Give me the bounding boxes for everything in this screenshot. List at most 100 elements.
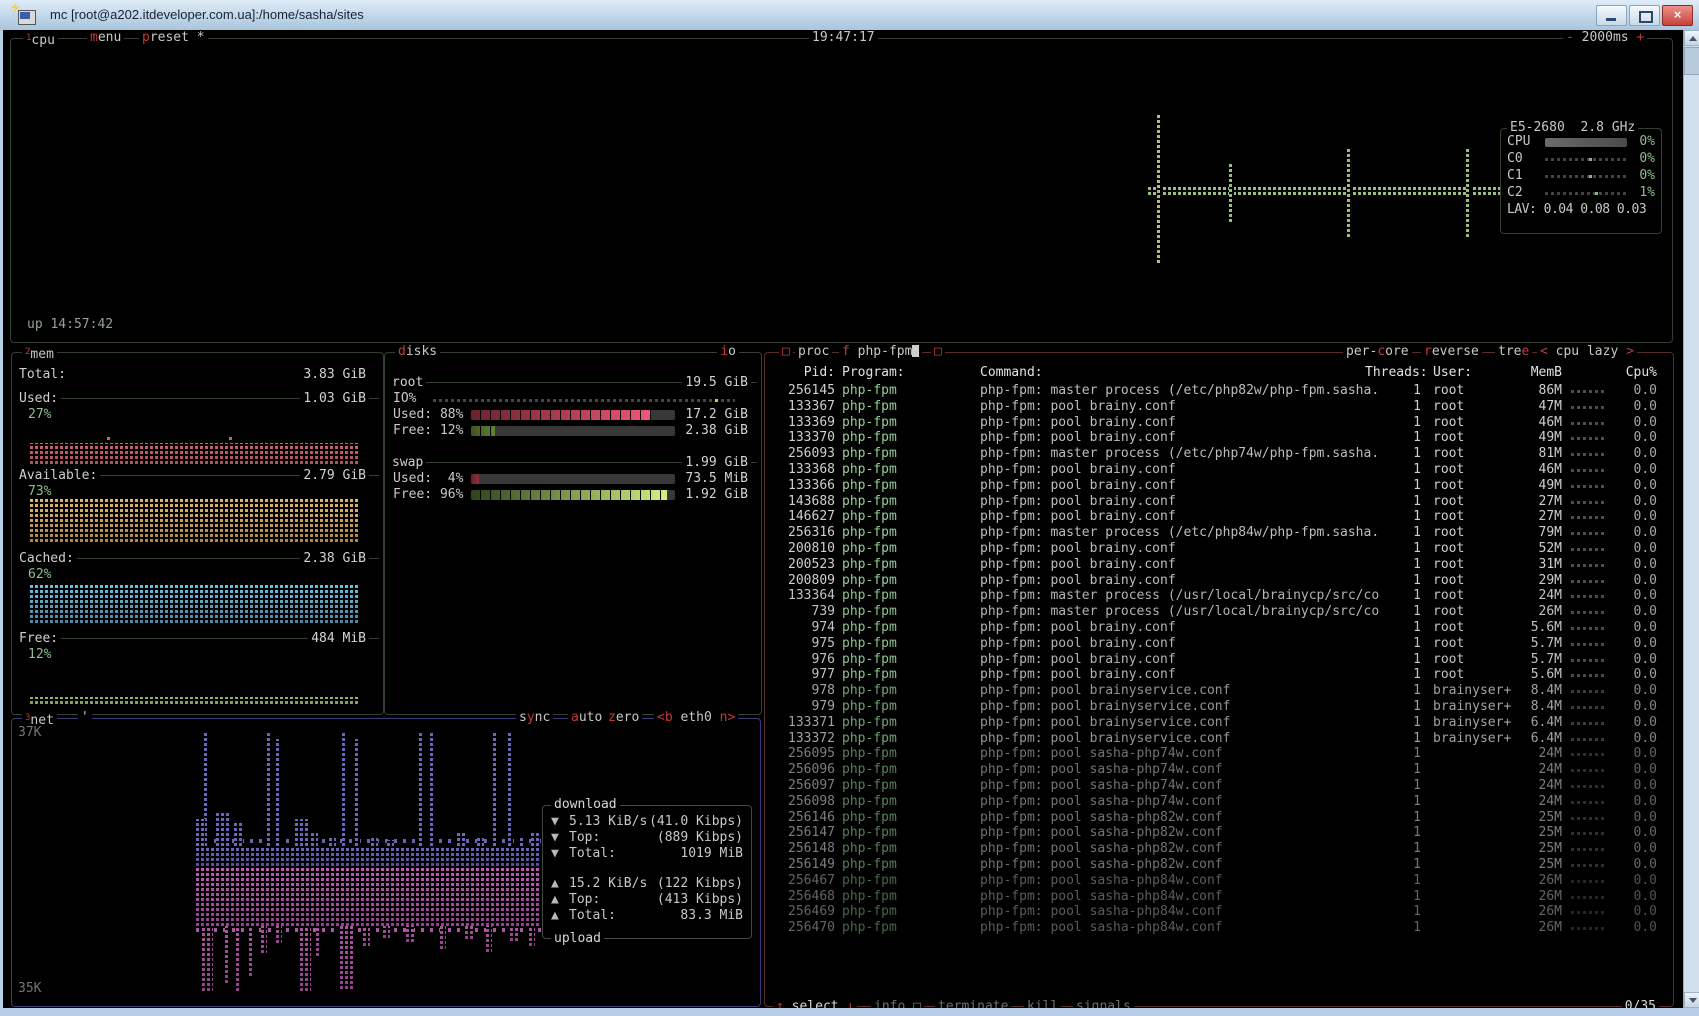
process-row[interactable]: 256096php-fpmphp-fpm: pool sasha-php74w.… (765, 762, 1673, 778)
process-row[interactable]: 146627php-fpmphp-fpm: pool brainy.conf1r… (765, 509, 1673, 525)
process-command: php-fpm: pool sasha-php84w.conf (980, 920, 1223, 936)
process-user: root (1433, 557, 1464, 573)
process-row[interactable]: 256095php-fpmphp-fpm: pool sasha-php74w.… (765, 746, 1673, 762)
disks-box-title: disks (395, 344, 440, 360)
process-row[interactable]: 256467php-fpmphp-fpm: pool sasha-php84w.… (765, 873, 1673, 889)
col-header-cpu[interactable]: Cpu% (1615, 365, 1657, 381)
net-download-spike (342, 731, 347, 846)
process-row[interactable]: 256146php-fpmphp-fpm: pool sasha-php82w.… (765, 810, 1673, 826)
process-row[interactable]: 256468php-fpmphp-fpm: pool sasha-php84w.… (765, 889, 1673, 905)
sort-prev-button[interactable]: < (1540, 344, 1548, 359)
close-icon: × (1663, 7, 1692, 23)
process-command: php-fpm: pool brainy.conf (980, 478, 1176, 494)
putty-window: mc [root@a202.itdeveloper.com.ua]:/home/… (0, 0, 1699, 1016)
proc-box-title: proc (795, 344, 832, 360)
process-pid: 978 (765, 683, 835, 699)
process-command: php-fpm: master process (/usr/local/brai… (980, 588, 1379, 604)
process-mem-meter (1571, 548, 1607, 551)
maximize-button[interactable] (1629, 5, 1660, 26)
col-header-threads[interactable]: Threads: (1365, 365, 1421, 381)
process-program: php-fpm (842, 857, 897, 873)
process-row[interactable]: 256147php-fpmphp-fpm: pool sasha-php82w.… (765, 825, 1673, 841)
process-threads: 1 (1365, 825, 1421, 841)
process-row[interactable]: 133370php-fpmphp-fpm: pool brainy.conf1r… (765, 430, 1673, 446)
process-mem: 86M (1505, 383, 1562, 399)
process-cpu: 0.0 (1615, 430, 1657, 446)
process-row[interactable]: 978php-fpmphp-fpm: pool brainyservice.co… (765, 683, 1673, 699)
process-threads: 1 (1365, 541, 1421, 557)
tree-toggle-button[interactable]: tree (1495, 344, 1532, 360)
scroll-up-button[interactable] (1684, 30, 1699, 46)
sort-selector[interactable]: < cpu lazy > (1537, 344, 1637, 360)
percore-toggle-button[interactable]: per-core (1343, 344, 1412, 360)
process-program: php-fpm (842, 383, 897, 399)
process-threads: 1 (1365, 715, 1421, 731)
process-row[interactable]: 974php-fpmphp-fpm: pool brainy.conf1root… (765, 620, 1673, 636)
process-pid: 133369 (765, 415, 835, 431)
minimize-button[interactable] (1596, 5, 1627, 26)
download-top-label: Top: (569, 830, 600, 846)
process-pid: 256095 (765, 746, 835, 762)
process-row[interactable]: 256145php-fpmphp-fpm: master process (/e… (765, 383, 1673, 399)
col-header-mem[interactable]: MemB (1505, 365, 1562, 381)
process-row[interactable]: 256098php-fpmphp-fpm: pool sasha-php74w.… (765, 794, 1673, 810)
up-arrow-icon (1689, 36, 1697, 41)
process-row[interactable]: 979php-fpmphp-fpm: pool brainyservice.co… (765, 699, 1673, 715)
process-row[interactable]: 256097php-fpmphp-fpm: pool sasha-php74w.… (765, 778, 1673, 794)
disk-root-free-label: Free: 12% (393, 423, 463, 439)
scroll-down-button[interactable] (1684, 992, 1699, 1008)
process-row[interactable]: 256148php-fpmphp-fpm: pool sasha-php82w.… (765, 841, 1673, 857)
process-row[interactable]: 739php-fpmphp-fpm: master process (/usr/… (765, 604, 1673, 620)
process-row[interactable]: 133366php-fpmphp-fpm: pool brainy.conf1r… (765, 478, 1673, 494)
col-header-pid[interactable]: Pid: (765, 365, 835, 381)
process-row[interactable]: 256470php-fpmphp-fpm: pool sasha-php84w.… (765, 920, 1673, 936)
scrollbar-thumb[interactable] (1684, 47, 1699, 75)
process-program: php-fpm (842, 841, 897, 857)
process-row[interactable]: 133372php-fpmphp-fpm: pool brainyservice… (765, 731, 1673, 747)
reverse-toggle-button[interactable]: reverse (1421, 344, 1482, 360)
process-cpu: 0.0 (1615, 794, 1657, 810)
process-pid: 256093 (765, 446, 835, 462)
core1-label: C1 (1507, 168, 1523, 184)
process-row[interactable]: 133369php-fpmphp-fpm: pool brainy.conf1r… (765, 415, 1673, 431)
process-row[interactable]: 256093php-fpmphp-fpm: master process (/e… (765, 446, 1673, 462)
process-row[interactable]: 133371php-fpmphp-fpm: pool brainyservice… (765, 715, 1673, 731)
process-row[interactable]: 256316php-fpmphp-fpm: master process (/e… (765, 525, 1673, 541)
process-command: php-fpm: pool sasha-php74w.conf (980, 794, 1223, 810)
process-row[interactable]: 200523php-fpmphp-fpm: pool brainy.conf1r… (765, 557, 1673, 573)
process-row[interactable]: 256149php-fpmphp-fpm: pool sasha-php82w.… (765, 857, 1673, 873)
titlebar[interactable]: mc [root@a202.itdeveloper.com.ua]:/home/… (0, 0, 1699, 31)
process-threads: 1 (1365, 889, 1421, 905)
col-header-command[interactable]: Command: (980, 365, 1043, 381)
process-row[interactable]: 976php-fpmphp-fpm: pool brainy.conf1root… (765, 652, 1673, 668)
process-row[interactable]: 133367php-fpmphp-fpm: pool brainy.conf1r… (765, 399, 1673, 415)
process-row[interactable]: 133368php-fpmphp-fpm: pool brainy.conf1r… (765, 462, 1673, 478)
net-download-spike (371, 836, 378, 846)
download-speed: 5.13 KiB/s (569, 814, 647, 830)
process-row[interactable]: 256469php-fpmphp-fpm: pool sasha-php84w.… (765, 904, 1673, 920)
scrollbar[interactable] (1683, 30, 1699, 1008)
process-cpu: 0.0 (1615, 667, 1657, 683)
col-header-program[interactable]: Program: (842, 365, 905, 381)
process-mem-meter (1571, 927, 1607, 930)
col-header-user[interactable]: User: (1433, 365, 1472, 381)
sort-next-button[interactable]: > (1626, 344, 1634, 359)
process-filter-input[interactable]: f php-fpm (839, 344, 922, 360)
process-threads: 1 (1365, 652, 1421, 668)
process-pid: 256470 (765, 920, 835, 936)
process-list: 256145php-fpmphp-fpm: master process (/e… (765, 383, 1673, 936)
process-row[interactable]: 200810php-fpmphp-fpm: pool brainy.conf1r… (765, 541, 1673, 557)
process-row[interactable]: 200809php-fpmphp-fpm: pool brainy.conf1r… (765, 573, 1673, 589)
close-button[interactable]: × (1662, 5, 1693, 26)
net-upload-spike (486, 926, 492, 952)
process-user: root (1433, 525, 1464, 541)
process-row[interactable]: 977php-fpmphp-fpm: pool brainy.conf1root… (765, 667, 1673, 683)
process-command: php-fpm: pool sasha-php82w.conf (980, 841, 1223, 857)
process-row[interactable]: 143688php-fpmphp-fpm: pool brainy.conf1r… (765, 494, 1673, 510)
process-row[interactable]: 133364php-fpmphp-fpm: master process (/u… (765, 588, 1673, 604)
process-mem: 24M (1505, 588, 1562, 604)
io-toggle-button[interactable]: io (717, 344, 739, 360)
process-row[interactable]: 975php-fpmphp-fpm: pool brainy.conf1root… (765, 636, 1673, 652)
process-threads: 1 (1365, 810, 1421, 826)
process-threads: 1 (1365, 620, 1421, 636)
